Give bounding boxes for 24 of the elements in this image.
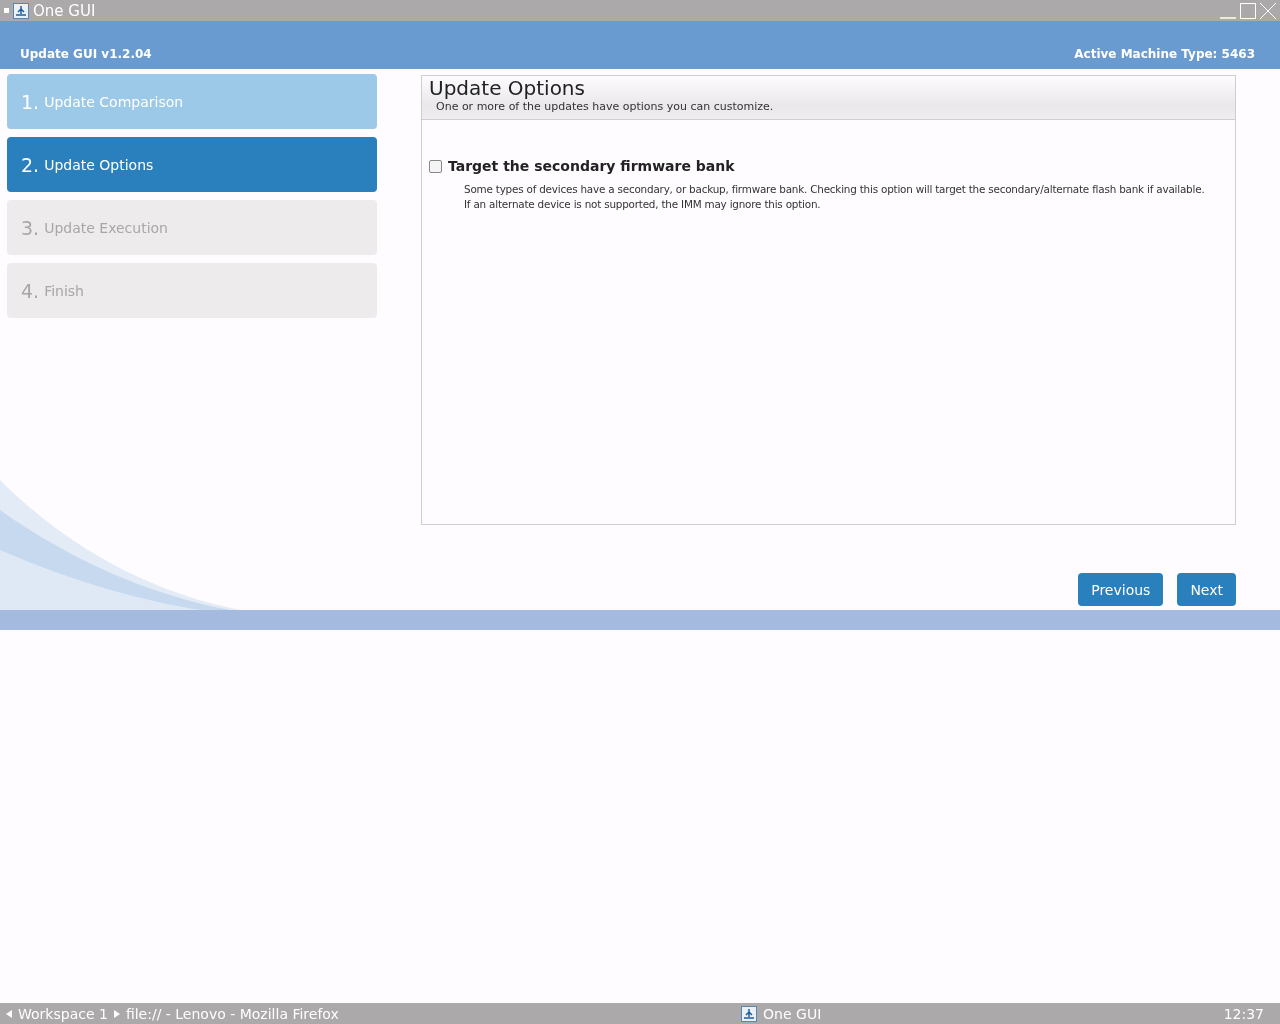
left-arrow-icon[interactable]	[6, 1009, 12, 1018]
taskbar-window[interactable]: One GUI	[763, 1005, 822, 1022]
panel-title: Update Options	[429, 76, 586, 100]
close-icon[interactable]	[1260, 2, 1276, 19]
option-label: Target the secondary firmware bank	[448, 158, 735, 174]
wizard-step[interactable]: 1. Update Comparison	[7, 74, 377, 129]
nav-button[interactable]: Previous	[1078, 573, 1164, 606]
clock: 12:37	[1223, 1005, 1265, 1022]
machine-type: Active Machine Type: 5463	[1074, 47, 1255, 61]
wizard-step[interactable]: 4. Finish	[7, 263, 377, 318]
app-icon	[741, 1005, 758, 1022]
taskbar-window[interactable]: file:// - Lenovo - Mozilla Firefox	[125, 1005, 339, 1022]
app-version: Update GUI v1.2.04	[20, 47, 152, 61]
workspace-label[interactable]: Workspace 1	[18, 1005, 108, 1022]
nav-button[interactable]: Next	[1177, 573, 1236, 606]
checkbox[interactable]	[429, 159, 442, 173]
option-description: Some types of devices have a secondary, or backup, firmware bank. Checking this option will target the secondary/alternate flash bank if available. If an alternate device is not supported, the IMM may ignore this option.	[463, 182, 1205, 212]
maximize-icon[interactable]	[1240, 2, 1256, 19]
right-arrow-icon[interactable]	[113, 1009, 120, 1018]
wizard-step[interactable]: 2. Update Options	[7, 137, 377, 192]
wizard-step[interactable]: 3. Update Execution	[7, 200, 377, 255]
app-icon	[13, 2, 29, 19]
window-title: One GUI	[33, 1, 96, 20]
panel-subtitle: One or more of the updates have options you can customize.	[435, 100, 775, 113]
